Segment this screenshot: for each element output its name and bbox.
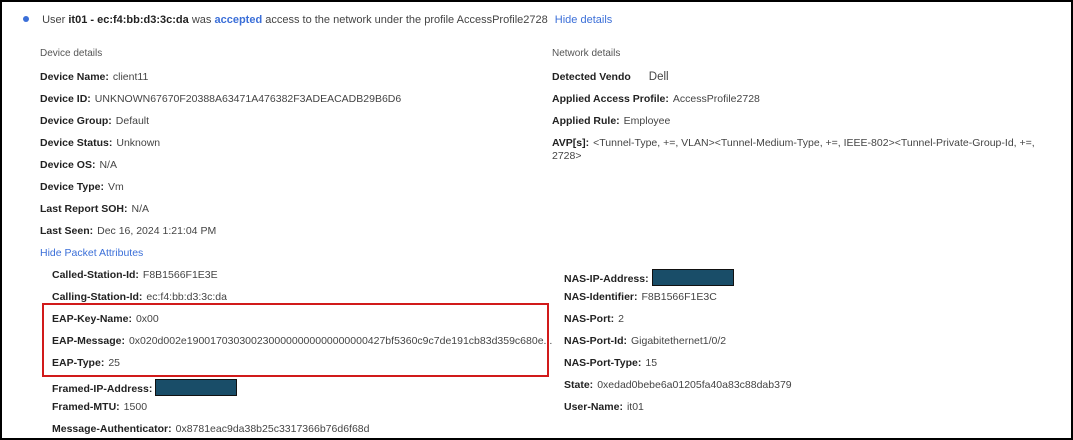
framed-ip-address-row: Framed-IP-Address:: [52, 379, 238, 396]
device-status-row: Device Status: Unknown: [40, 137, 160, 150]
device-details-title: Device details: [40, 48, 103, 59]
message-authenticator-row: Message-Authenticator: 0x8781eac9da38b25c…: [52, 423, 369, 436]
field-value: 0xedad0bebe6a01205fa40a83c88dab379: [597, 379, 792, 391]
field-label: Last Report SOH:: [40, 203, 128, 215]
field-value: ec:f4:bb:d3:3c:da: [146, 291, 227, 303]
field-label: State:: [564, 379, 594, 391]
field-value: Dell: [648, 71, 669, 83]
device-type-row: Device Type: Vm: [40, 181, 124, 194]
applied-rule-row: Applied Rule: Employee: [552, 115, 670, 128]
device-os-row: Device OS: N/A: [40, 159, 117, 172]
called-station-id-row: Called-Station-Id: F8B1566F1E3E: [52, 269, 218, 282]
eap-highlight-box: [42, 303, 549, 377]
last-seen-row: Last Seen: Dec 16, 2024 1:21:04 PM: [40, 225, 216, 238]
user-name-row: User-Name: it01: [564, 401, 644, 414]
field-value: Gigabitethernet1/0/2: [631, 335, 727, 347]
field-value: F8B1566F1E3C: [641, 291, 717, 303]
nas-port-type-row: NAS-Port-Type: 15: [564, 357, 657, 370]
state-row: State: 0xedad0bebe6a01205fa40a83c88dab379: [564, 379, 792, 392]
nas-port-row: NAS-Port: 2: [564, 313, 624, 326]
summary-user: it01 - ec:f4:bb:d3:3c:da: [68, 14, 189, 26]
hide-packet-attributes-link[interactable]: Hide Packet Attributes: [40, 247, 143, 259]
field-value: N/A: [99, 159, 117, 171]
field-label: NAS-Port-Type:: [564, 357, 642, 369]
details-content: User it01 - ec:f4:bb:d3:3c:da was accept…: [14, 2, 1059, 438]
device-name-row: Device Name: client11: [40, 71, 148, 84]
field-value: F8B1566F1E3E: [142, 269, 218, 281]
device-group-row: Device Group: Default: [40, 115, 149, 128]
field-label: User-Name:: [564, 401, 623, 413]
field-value: 15: [645, 357, 658, 369]
field-label: Last Seen:: [40, 225, 94, 237]
field-label: AVP[s]:: [552, 137, 590, 149]
framed-mtu-row: Framed-MTU: 1500: [52, 401, 147, 414]
field-label: Applied Access Profile:: [552, 93, 669, 105]
field-value: Dec 16, 2024 1:21:04 PM: [97, 225, 217, 237]
field-label: Device ID:: [40, 93, 91, 105]
field-label: Framed-IP-Address:: [52, 383, 153, 395]
field-value: UNKNOWN67670F20388A63471A476382F3ADEACAD…: [94, 93, 402, 105]
field-label: Message-Authenticator:: [52, 423, 172, 435]
summary-rest: access to the network under the profile …: [265, 14, 548, 26]
avps-row: AVP[s]: <Tunnel-Type, +=, VLAN><Tunnel-Me…: [552, 137, 1047, 163]
field-value: N/A: [131, 203, 150, 215]
field-label: Calling-Station-Id:: [52, 291, 143, 303]
nas-port-id-row: NAS-Port-Id: Gigabitethernet1/0/2: [564, 335, 726, 348]
field-label: Device Name:: [40, 71, 109, 83]
field-value: Employee: [623, 115, 671, 127]
details-panel: User it01 - ec:f4:bb:d3:3c:da was accept…: [0, 0, 1073, 440]
field-value: it01: [626, 401, 644, 413]
nas-ip-address-row: NAS-IP-Address:: [564, 269, 734, 286]
field-value: <Tunnel-Type, +=, VLAN><Tunnel-Medium-Ty…: [552, 137, 1035, 162]
summary-prefix: User: [42, 14, 66, 26]
field-label: Called-Station-Id:: [52, 269, 139, 281]
field-label: NAS-Port:: [564, 313, 615, 325]
field-value: Default: [115, 115, 150, 127]
field-label: Device Type:: [40, 181, 104, 193]
field-value: Unknown: [116, 137, 161, 149]
field-value: Vm: [108, 181, 124, 193]
redacted-value: [155, 379, 238, 396]
status-dot-icon: [23, 16, 29, 22]
field-label: Applied Rule:: [552, 115, 620, 127]
field-label: NAS-Port-Id:: [564, 335, 627, 347]
event-summary: User it01 - ec:f4:bb:d3:3c:da was accept…: [23, 14, 612, 26]
summary-status: accepted: [214, 14, 263, 26]
device-id-row: Device ID: UNKNOWN67670F20388A63471A47638…: [40, 93, 401, 106]
field-value: 2: [618, 313, 625, 325]
field-value: 1500: [123, 401, 148, 413]
network-details-title: Network details: [552, 48, 621, 59]
field-label: Device Status:: [40, 137, 113, 149]
field-label: NAS-IP-Address:: [564, 273, 649, 285]
field-label: NAS-Identifier:: [564, 291, 638, 303]
summary-was: was: [191, 14, 212, 26]
nas-identifier-row: NAS-Identifier: F8B1566F1E3C: [564, 291, 717, 304]
field-value: client11: [112, 71, 149, 83]
last-report-soh-row: Last Report SOH: N/A: [40, 203, 149, 216]
field-label: Device Group:: [40, 115, 112, 127]
hide-details-link[interactable]: Hide details: [555, 14, 612, 26]
field-label: Device OS:: [40, 159, 96, 171]
field-label: Detected Vendo: [552, 71, 631, 83]
field-value: 0x8781eac9da38b25c3317366b76d6f68d: [175, 423, 370, 435]
detected-vendor-row: Detected Vendo Dell: [552, 71, 669, 84]
redacted-value: [651, 269, 734, 286]
applied-access-profile-row: Applied Access Profile: AccessProfile2728: [552, 93, 760, 106]
field-value: AccessProfile2728: [672, 93, 760, 105]
field-label: Framed-MTU:: [52, 401, 120, 413]
